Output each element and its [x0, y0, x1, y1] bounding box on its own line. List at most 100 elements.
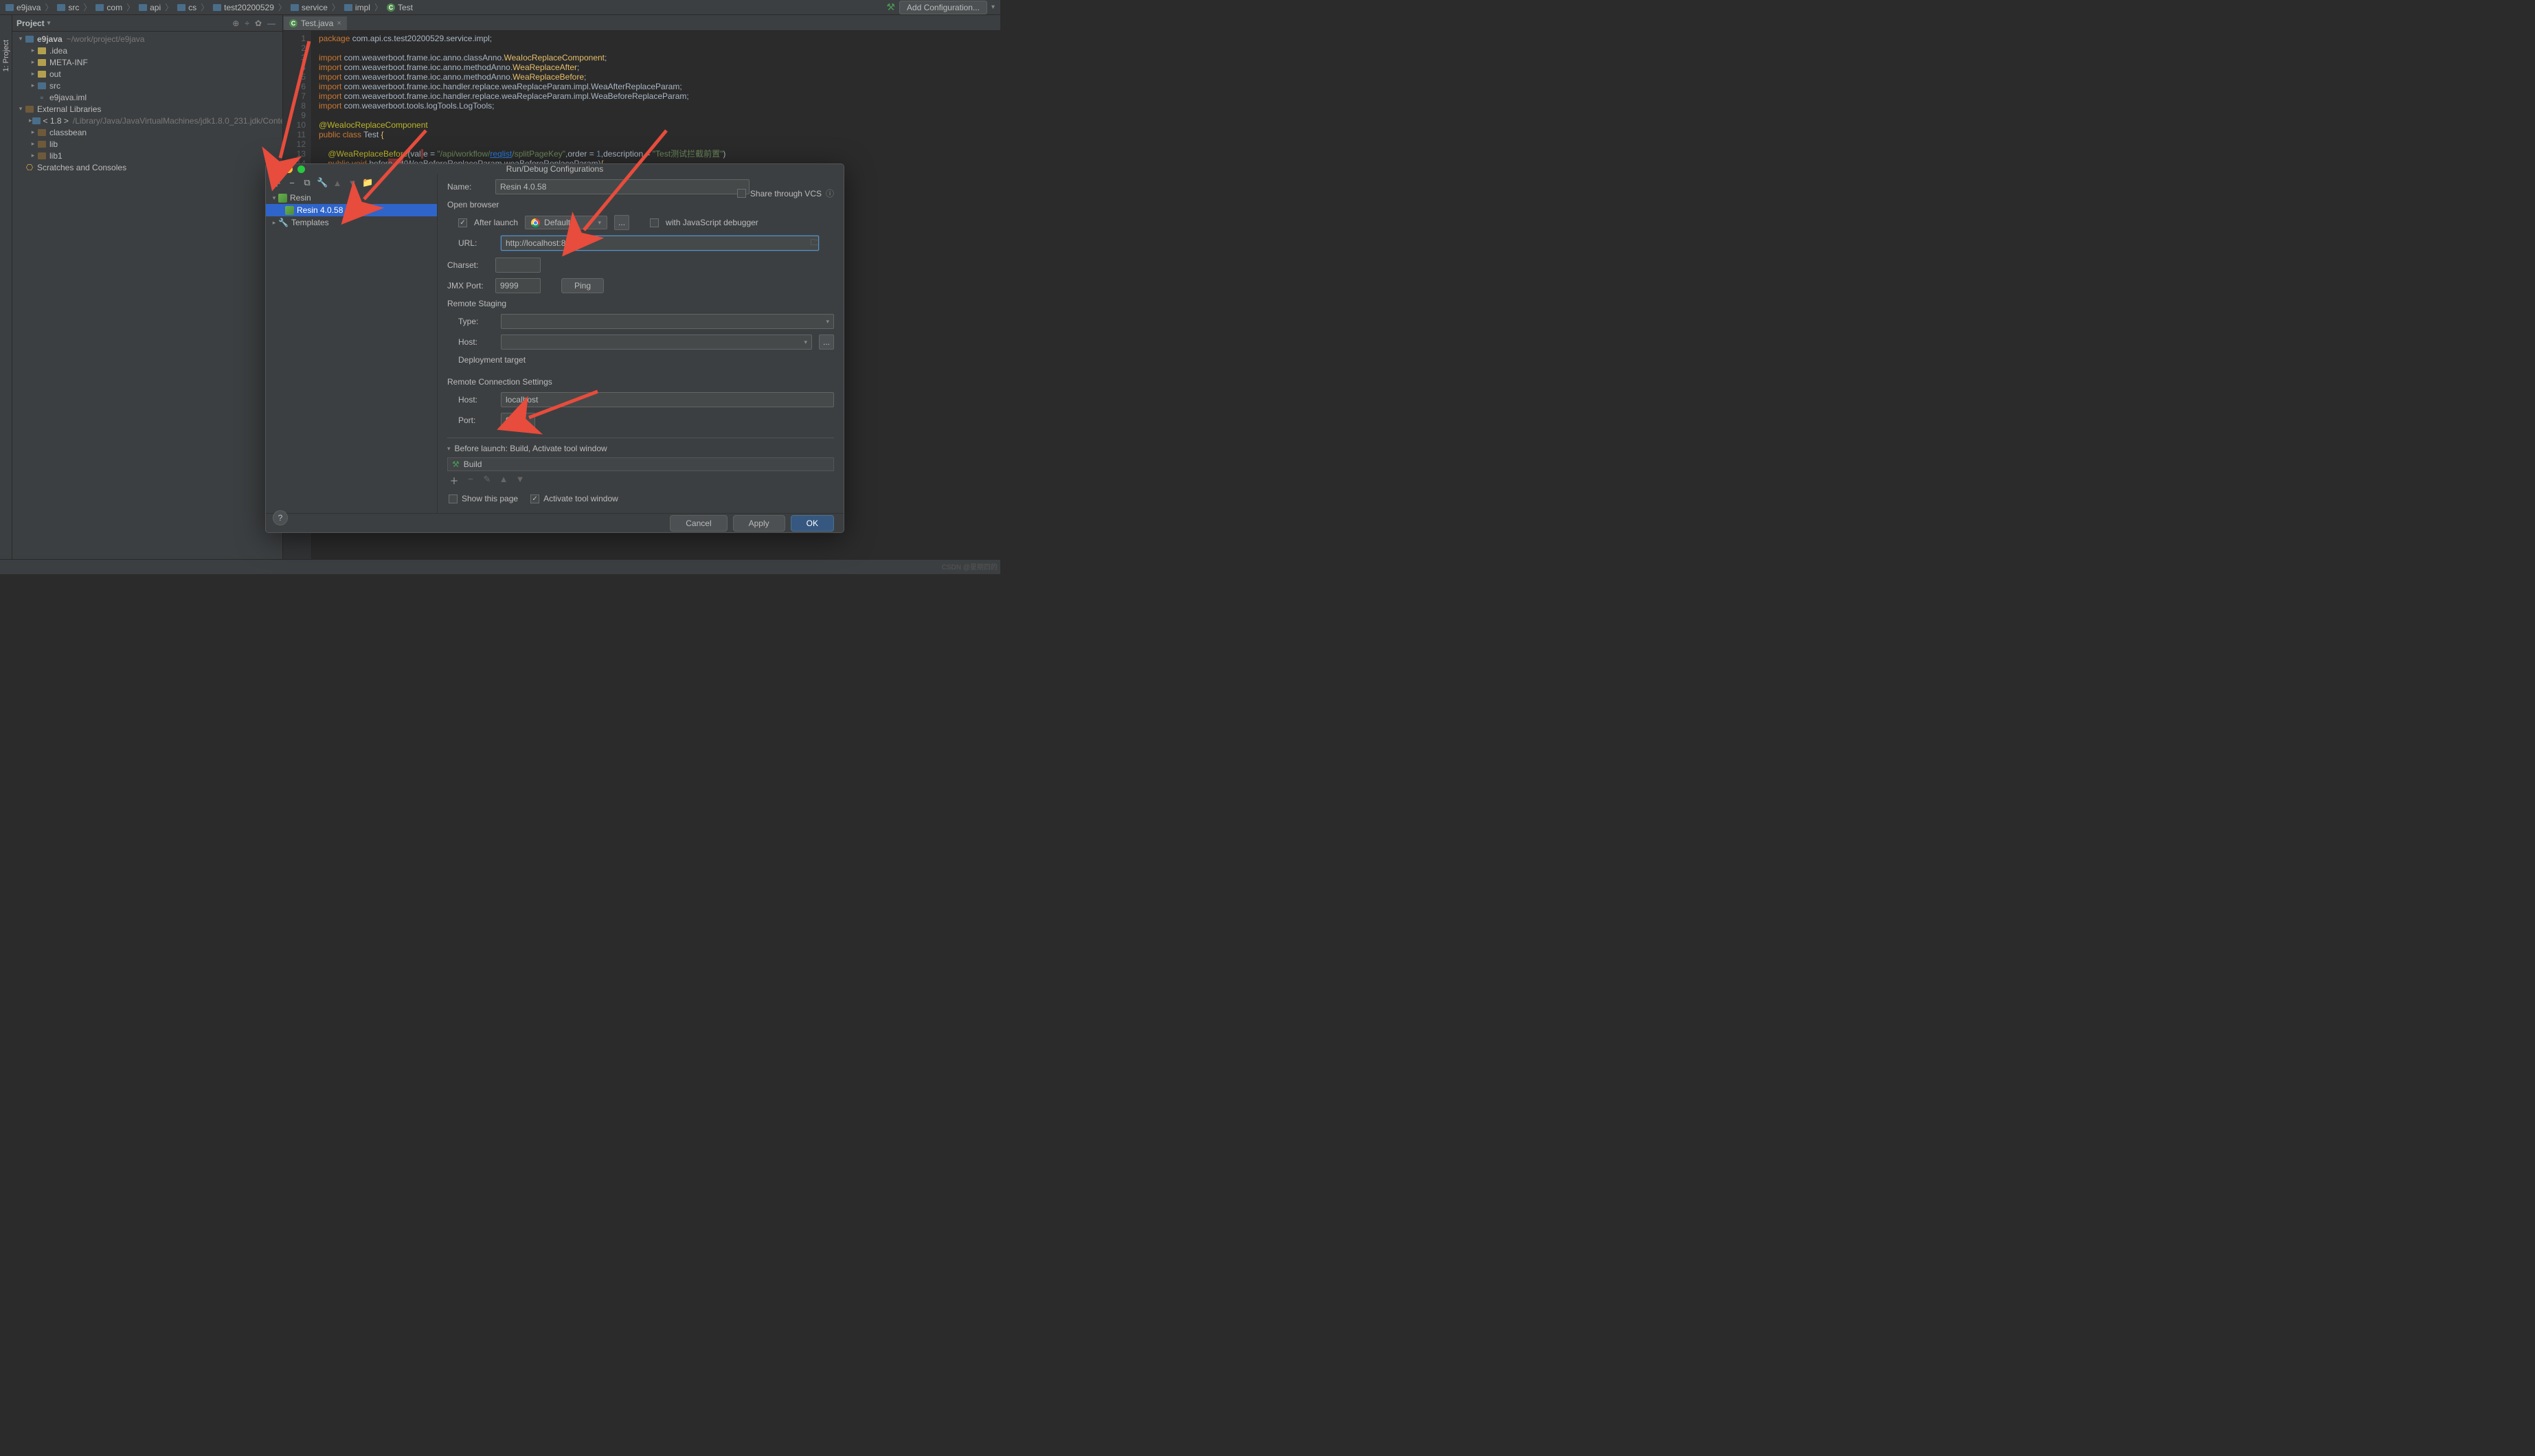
- config-tree[interactable]: ▾ Resin Resin 4.0.58 ▸🔧 Templates: [266, 192, 437, 513]
- url-input[interactable]: [501, 236, 819, 251]
- share-vcs-label: Share through VCS: [750, 189, 822, 198]
- tree-row[interactable]: ▸META-INF: [12, 56, 282, 68]
- browse-icon[interactable]: 🗀: [811, 236, 819, 251]
- tree-row[interactable]: ⎔Scratches and Consoles: [12, 161, 282, 173]
- after-launch-checkbox[interactable]: [458, 218, 467, 227]
- settings-gear-icon[interactable]: ✿: [252, 19, 264, 28]
- breadcrumb-item[interactable]: impl: [343, 3, 372, 12]
- cancel-button[interactable]: Cancel: [670, 515, 727, 532]
- name-input[interactable]: [495, 179, 750, 194]
- minimize-window-icon[interactable]: [285, 166, 293, 173]
- deploy-target-label: Deployment target: [458, 355, 834, 365]
- remove-task-icon[interactable]: −: [465, 474, 476, 487]
- build-hammer-icon: ⚒: [452, 459, 460, 469]
- down-task-icon[interactable]: ▼: [515, 474, 526, 487]
- js-debug-checkbox[interactable]: [650, 218, 659, 227]
- close-tab-icon[interactable]: ×: [337, 19, 341, 27]
- watermark: CSDN @星期四的: [942, 561, 998, 571]
- tree-row[interactable]: ▾e9java~/work/project/e9java: [12, 33, 282, 45]
- editor-tab[interactable]: C Test.java ×: [283, 16, 348, 30]
- tree-row[interactable]: ▸src: [12, 80, 282, 91]
- config-toolbar: ＋ − ⧉ 🔧 ▲ ▼ 📁: [266, 174, 437, 192]
- wrench-icon[interactable]: 🔧: [317, 177, 328, 188]
- jmx-label: JMX Port:: [447, 281, 488, 291]
- browser-more-button[interactable]: ...: [614, 215, 629, 230]
- dialog-titlebar[interactable]: Run/Debug Configurations: [266, 164, 844, 174]
- folder-move-icon[interactable]: 📁: [362, 177, 373, 188]
- add-configuration-button[interactable]: Add Configuration...: [899, 1, 987, 14]
- tree-row[interactable]: ▸out: [12, 68, 282, 80]
- dropdown-icon[interactable]: ▾: [991, 3, 995, 11]
- tree-row[interactable]: ▸lib1: [12, 150, 282, 161]
- build-task-item[interactable]: ⚒ Build: [447, 457, 834, 471]
- breadcrumb-item[interactable]: service: [289, 3, 329, 12]
- host-combo[interactable]: ▾: [501, 334, 812, 350]
- collapse-icon[interactable]: ÷: [242, 19, 252, 28]
- breadcrumb-item[interactable]: com: [94, 3, 124, 12]
- breadcrumb-item[interactable]: cs: [176, 3, 198, 12]
- browser-select[interactable]: Default ▾: [525, 216, 607, 229]
- rcs-port-input[interactable]: [501, 413, 535, 428]
- class-icon: C: [289, 19, 297, 27]
- tree-row[interactable]: ▸< 1.8 >/Library/Java/JavaVirtualMachine…: [12, 115, 282, 126]
- bottom-bar: [0, 559, 1000, 574]
- project-panel-header: Project ▾ ⊕ ÷ ✿ —: [12, 15, 282, 32]
- help-icon[interactable]: ?: [273, 510, 288, 525]
- remote-conn-label: Remote Connection Settings: [447, 377, 834, 387]
- ping-button[interactable]: Ping: [561, 278, 604, 293]
- show-page-checkbox[interactable]: [449, 494, 458, 503]
- jmx-input[interactable]: [495, 278, 541, 293]
- config-item-resin[interactable]: Resin 4.0.58: [266, 204, 437, 216]
- template-icon: 🔧: [278, 218, 289, 227]
- zoom-window-icon[interactable]: [297, 166, 305, 173]
- tree-row[interactable]: ▫e9java.iml: [12, 91, 282, 103]
- tree-row[interactable]: ▾External Libraries: [12, 103, 282, 115]
- down-icon[interactable]: ▼: [347, 178, 358, 188]
- breadcrumb-item[interactable]: api: [137, 3, 162, 12]
- hide-icon[interactable]: —: [264, 19, 278, 28]
- config-group-resin[interactable]: ▾ Resin: [266, 192, 437, 204]
- host-more-button[interactable]: ...: [819, 334, 834, 350]
- dialog-footer: Cancel Apply OK: [266, 513, 844, 532]
- breadcrumb-item[interactable]: test20200529: [212, 3, 275, 12]
- close-window-icon[interactable]: [273, 166, 280, 173]
- config-group-templates[interactable]: ▸🔧 Templates: [266, 216, 437, 229]
- up-icon[interactable]: ▲: [332, 178, 343, 188]
- config-form: Share through VCS ⓘ Name: Open browser A…: [438, 174, 844, 513]
- after-launch-label: After launch: [474, 218, 518, 227]
- chrome-icon: [531, 218, 540, 227]
- share-vcs-checkbox[interactable]: [737, 189, 746, 198]
- tree-row[interactable]: ▸classbean: [12, 126, 282, 138]
- apply-button[interactable]: Apply: [733, 515, 785, 532]
- build-hammer-icon[interactable]: ⚒: [886, 1, 895, 13]
- up-task-icon[interactable]: ▲: [498, 474, 509, 487]
- ok-button[interactable]: OK: [791, 515, 834, 532]
- remove-icon[interactable]: −: [286, 178, 297, 188]
- rcs-host-input[interactable]: [501, 392, 834, 407]
- add-icon[interactable]: ＋: [271, 177, 282, 190]
- edit-task-icon[interactable]: ✎: [482, 474, 493, 487]
- breadcrumb-item[interactable]: src: [56, 3, 80, 12]
- project-panel-title: Project: [16, 19, 45, 28]
- editor-tabs: C Test.java ×: [283, 15, 1000, 31]
- type-combo[interactable]: ▾: [501, 314, 834, 329]
- name-label: Name:: [447, 182, 488, 192]
- before-launch-header[interactable]: ▾ Before launch: Build, Activate tool wi…: [447, 444, 834, 453]
- locate-icon[interactable]: ⊕: [229, 19, 242, 28]
- project-tree[interactable]: ▾e9java~/work/project/e9java▸.idea▸META-…: [12, 32, 282, 559]
- breadcrumb-item[interactable]: CTest: [385, 3, 414, 12]
- breadcrumb-item[interactable]: e9java: [4, 3, 42, 12]
- url-label: URL:: [458, 238, 494, 248]
- charset-input[interactable]: [495, 258, 541, 273]
- host-label: Host:: [458, 337, 494, 347]
- tree-row[interactable]: ▸.idea: [12, 45, 282, 56]
- info-icon[interactable]: ⓘ: [826, 187, 834, 199]
- activate-tool-checkbox[interactable]: [530, 494, 539, 503]
- top-bar: e9java〉src〉com〉api〉cs〉test20200529〉servi…: [0, 0, 1000, 15]
- copy-icon[interactable]: ⧉: [302, 177, 313, 188]
- dialog-title: Run/Debug Configurations: [266, 164, 844, 174]
- add-task-icon[interactable]: ＋: [449, 474, 460, 487]
- project-tool-tab[interactable]: 1: Project: [1, 36, 12, 76]
- js-debug-label: with JavaScript debugger: [666, 218, 758, 227]
- tree-row[interactable]: ▸lib: [12, 138, 282, 150]
